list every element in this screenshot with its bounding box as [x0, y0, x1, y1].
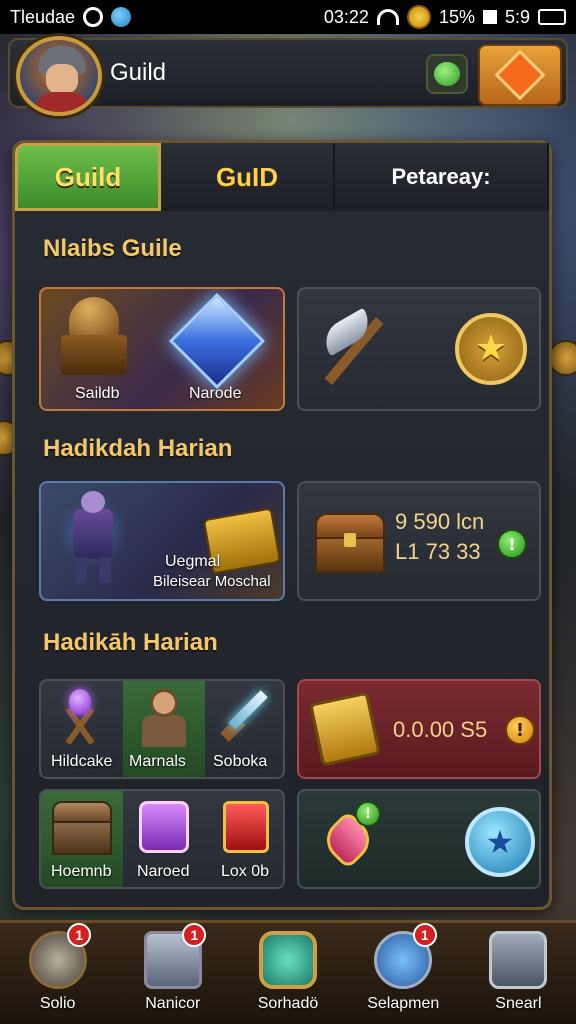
purple-box-icon [139, 801, 189, 853]
avatar[interactable] [16, 36, 102, 116]
tab-guid[interactable]: GuID [161, 143, 335, 211]
card-label-narode: Narode [189, 385, 242, 402]
tab-guild[interactable]: Guild [15, 143, 161, 211]
item-label-naroed: Naroed [137, 863, 190, 880]
coin-icon [406, 5, 431, 29]
battery-icon [538, 9, 566, 25]
items-card-1: Hildcake Marnals Soboka [39, 679, 285, 779]
bandit-icon [134, 685, 194, 749]
item-label-marnals: Marnals [129, 753, 186, 770]
nav-item-nanicor[interactable]: Nanicor 1 [115, 923, 230, 1024]
top-header: Guild [8, 36, 568, 116]
side-coin-right [548, 340, 576, 376]
gold-badge-icon [309, 691, 381, 767]
nav-label: Snearl [495, 995, 542, 1012]
section-title-1: Nlaibs Guile [43, 235, 182, 262]
wifi-icon [376, 9, 399, 25]
nav-item-sorhado[interactable]: Sorhadö [230, 923, 345, 1024]
guild-card-1[interactable]: Saildb Narode [39, 287, 285, 411]
gift-badge: ! [355, 801, 381, 827]
guild-card-2[interactable]: ★ [297, 287, 541, 411]
items-card-2: Hoemnb Naroed Lox 0b [39, 789, 285, 889]
item-cell-naroed[interactable]: Naroed [123, 791, 205, 887]
notification-badge: 1 [412, 923, 437, 947]
price-text: 0.0.00 S5 [393, 717, 488, 742]
axe-icon [313, 303, 393, 393]
item-cell-lox[interactable]: Lox 0b [205, 791, 283, 887]
tab-petareay[interactable]: Petareay: [335, 143, 549, 211]
altar-icon [59, 297, 129, 377]
star-coin-icon: ★ [455, 313, 527, 385]
emerald-icon [259, 931, 317, 989]
item-cell-hildcake[interactable]: Hildcake [41, 681, 123, 777]
gem-icon [168, 292, 266, 390]
sword-icon [217, 687, 277, 747]
card-label-saildb: Saildb [75, 385, 120, 402]
tab-bar: Guild GuID Petareay: [15, 143, 549, 215]
signal-icon [482, 10, 497, 24]
item-label-hildcake: Hildcake [51, 753, 113, 770]
shop-button[interactable] [478, 44, 562, 106]
status-bar: Tleudae 03:22 15% 5:9 [0, 0, 576, 34]
staff-icon [51, 687, 111, 747]
reward-value-1: 9 590 lcn [395, 509, 485, 534]
nav-label: Selapmen [367, 995, 440, 1012]
card-label-bileisear: Bileisear Moschal [153, 573, 271, 590]
warrior-icon [53, 487, 133, 587]
notification-badge: 1 [67, 923, 92, 947]
header-title: Guild [110, 59, 167, 86]
nav-label: Solio [39, 995, 76, 1012]
slime-button[interactable] [426, 54, 468, 94]
guild-panel: Guild GuID Petareay: Nlaibs Guile Saildb… [12, 140, 552, 910]
chest-icon [315, 513, 385, 573]
purchase-card[interactable]: 0.0.00 S5 ! [297, 679, 541, 779]
clock-text: 5:9 [504, 6, 530, 27]
wrench-shield-icon [489, 931, 548, 989]
section-title-3: Hadikāh Harian [43, 629, 218, 656]
gift-card[interactable]: ! ★ [297, 789, 541, 889]
alert-badge[interactable]: ! [505, 715, 535, 745]
notification-badge: 1 [182, 923, 207, 947]
diamond-icon [494, 49, 546, 101]
reward-value-2: L1 73 33 [395, 539, 481, 564]
item-label-soboka: Soboka [213, 753, 268, 770]
carrier-text: Tleudae [10, 6, 76, 27]
info-badge[interactable]: ! [497, 529, 527, 559]
chest-icon [52, 801, 112, 857]
red-box-icon [223, 801, 269, 853]
blue-star-icon[interactable]: ★ [465, 807, 535, 877]
item-label-hoemnb: Hoemnb [51, 863, 112, 880]
nav-item-solio[interactable]: Solio 1 [0, 923, 115, 1024]
battery-percent: 15% [438, 6, 475, 27]
reward-card[interactable]: 9 590 lcn L1 73 33 ! [297, 481, 541, 601]
nav-item-selapmen[interactable]: Selapmen 1 [346, 923, 461, 1024]
hero-card[interactable]: Uegmal Bileisear Moschal [39, 481, 285, 601]
nav-label: Nanicor [145, 995, 201, 1012]
bottom-nav: Solio 1 Nanicor 1 Sorhadö Selapmen 1 Sne… [0, 920, 576, 1024]
section-title-2: Hadikdah Harian [43, 435, 233, 462]
item-cell-hoemnb[interactable]: Hoemnb [41, 791, 123, 887]
slime-icon [434, 62, 460, 86]
item-cell-soboka[interactable]: Soboka [205, 681, 283, 777]
nav-label: Sorhadö [257, 995, 319, 1012]
nav-item-snearl[interactable]: Snearl [461, 923, 576, 1024]
time-text: 03:22 [323, 6, 369, 27]
card-label-uegmal: Uegmal [165, 553, 221, 570]
gear-icon [83, 7, 104, 27]
item-cell-marnals[interactable]: Marnals [123, 681, 205, 777]
drop-icon [111, 7, 132, 27]
item-label-lox: Lox 0b [221, 863, 270, 880]
